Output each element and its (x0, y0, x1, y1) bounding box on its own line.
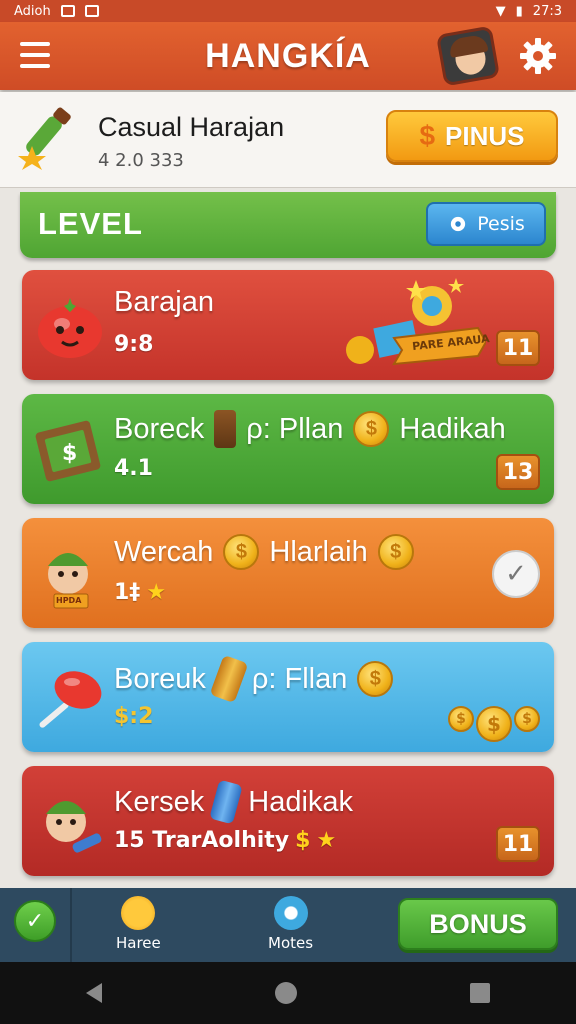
lollipop-icon (39, 671, 102, 728)
list-item[interactable]: $ Boreck ρ: Pllan $ Hadikah 4.1 13 (22, 394, 554, 504)
elf-waving-mascot-icon (46, 801, 102, 853)
star-icon: ★ (316, 828, 337, 853)
list-item[interactable]: Kersek Hadikak 15 TrarAolhity $ ★ 11 (22, 766, 554, 876)
pesis-label: Pesis (477, 213, 525, 235)
level-bar: LEVEL Pesis (20, 192, 556, 258)
status-bar: Adioh ▼ ▮ 27:3 (0, 0, 576, 22)
system-nav-bar (0, 962, 576, 1024)
back-icon[interactable] (86, 983, 103, 1003)
recents-icon[interactable] (469, 983, 490, 1003)
cog-bubble-icon (273, 896, 308, 930)
gear-icon[interactable] (518, 36, 558, 76)
list-item[interactable]: Boreuk ρ: Fllan $ $:2 $ $ $ (22, 642, 554, 752)
battery-icon: ▮ (515, 3, 523, 19)
cannon-star-icon (18, 107, 71, 170)
rocket-can-icon (209, 779, 244, 825)
star-icon: ★ (146, 580, 167, 605)
nav-item-haree[interactable]: Haree (116, 896, 161, 952)
card-title: Barajan (114, 286, 214, 318)
dollar-icon: $ (419, 120, 436, 151)
tomato-mascot-icon (38, 298, 102, 358)
dollar-coin-icon: $ (377, 534, 414, 570)
status-left-text: Adioh (14, 3, 51, 19)
profile-score: 4 2.0 333 (98, 150, 184, 171)
avatar[interactable] (435, 25, 501, 87)
wifi-icon: ▼ (495, 3, 506, 19)
card-subtitle: 9:8 (114, 332, 154, 357)
card-subtitle: 4.1 (114, 456, 153, 481)
checkmark-icon[interactable]: ✓ (14, 900, 56, 942)
status-time: 27:3 (532, 3, 562, 19)
card-subtitle: 15 TrarAolhity $ ★ (114, 828, 337, 853)
dollar-coin-icon: $ (223, 534, 260, 570)
dollar-icon: $ (295, 828, 311, 853)
home-icon[interactable] (274, 982, 297, 1004)
nav-label-motes: Motes (268, 934, 314, 952)
battery-can-icon (209, 654, 249, 704)
mascot-sign-text: HPDA (56, 596, 82, 605)
dollar-coin-icon: $ (357, 661, 394, 697)
checkmark-icon[interactable]: ✓ (492, 550, 540, 598)
nav-divider (70, 888, 72, 962)
pesis-button[interactable]: Pesis (426, 202, 546, 246)
card-title: Kersek Hadikak (114, 779, 353, 825)
pinus-button[interactable]: $ PINUS (386, 110, 558, 162)
profile-name: Casual Harajan (98, 112, 285, 142)
count-badge: 11 (496, 330, 540, 366)
nav-item-motes[interactable]: Motes (268, 896, 313, 952)
svg-text:$: $ (62, 441, 77, 466)
dollar-coin-icon: $ (353, 411, 390, 447)
coin-stack-icon: $ $ $ (448, 706, 540, 742)
card-subtitle: $:2 (114, 704, 154, 729)
list-item[interactable]: Barajan 9:8 PARE ARAUA 11 (22, 270, 554, 380)
trophy-banner-icon (346, 278, 486, 366)
notification-icon (60, 5, 75, 17)
profile-card: Casual Harajan 4 2.0 333 $ PINUS (0, 92, 576, 188)
bonus-button[interactable]: BONUS (398, 898, 558, 950)
gear-icon (451, 216, 466, 232)
pinus-label: PINUS (445, 120, 525, 151)
hamburger-icon[interactable] (20, 42, 50, 68)
count-badge: 11 (496, 826, 540, 862)
app-bar: HANGKÍA (0, 22, 576, 90)
notification-icon-2 (84, 5, 99, 17)
flower-face-icon (121, 896, 156, 930)
bottom-nav: ✓ Haree Motes BONUS (0, 888, 576, 962)
nav-label-haree: Haree (116, 934, 161, 952)
count-badge: 13 (496, 454, 540, 490)
list-item[interactable]: HPDA Wercah $ Hlarlaih $ 1‡ ★ ✓ (22, 518, 554, 628)
card-title: Wercah $ Hlarlaih $ (114, 534, 414, 570)
level-label: LEVEL (38, 206, 143, 241)
bottle-icon (214, 410, 237, 448)
card-subtitle: 1‡ ★ (114, 580, 167, 605)
card-title: Boreck ρ: Pllan $ Hadikah (114, 410, 506, 448)
cash-frame-icon: $ (35, 420, 101, 482)
card-title: Boreuk ρ: Fllan $ (114, 654, 394, 704)
app-title: HANGKÍA (205, 36, 371, 75)
